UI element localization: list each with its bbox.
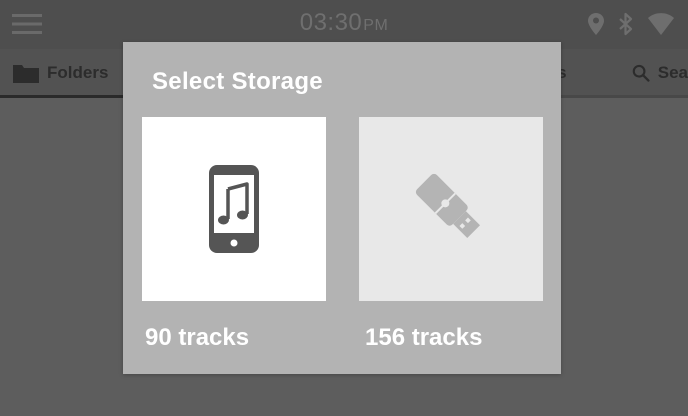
wifi-icon (648, 13, 674, 35)
storage-option-phone[interactable] (142, 117, 326, 301)
tab-folders-label: Folders (47, 62, 109, 82)
tab-search-label: Sea (657, 62, 688, 82)
search-icon (632, 64, 650, 82)
storage-option-usb[interactable] (359, 117, 543, 301)
dialog-title: Select Storage (152, 68, 323, 95)
clock-ampm: PM (363, 17, 389, 34)
status-icons (588, 12, 674, 36)
usb-track-count: 156 tracks (365, 324, 483, 351)
bluetooth-icon (619, 12, 633, 36)
phone-music-icon (209, 165, 259, 253)
phone-track-count: 90 tracks (145, 324, 250, 351)
location-icon (588, 13, 604, 35)
clock: 03:30PM (0, 9, 688, 37)
active-tab-indicator (0, 95, 124, 98)
clock-time: 03:30 (299, 9, 363, 36)
tab-folders[interactable]: Folders (13, 49, 108, 96)
select-storage-dialog: Select Storage 90 tracks 156 tracks (123, 42, 561, 374)
tab-divider (560, 95, 688, 98)
tab-search[interactable]: Sea (632, 49, 688, 96)
usb-drive-icon (415, 173, 480, 238)
folder-icon (13, 64, 39, 83)
